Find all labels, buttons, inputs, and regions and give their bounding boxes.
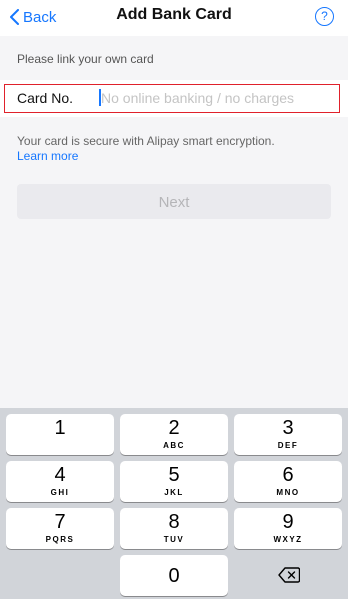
security-note: Your card is secure with Alipay smart en… [17, 134, 275, 148]
key-letters: WXYZ [273, 535, 303, 544]
key-digit: 8 [168, 511, 180, 533]
key-digit: 7 [54, 511, 66, 533]
key-letters: GHI [50, 488, 70, 497]
card-number-row: Card No. [0, 80, 348, 117]
key-digit: 4 [54, 464, 66, 486]
key-letters: DEF [277, 441, 299, 450]
key-9[interactable]: 9 WXYZ [234, 508, 342, 549]
page-title: Add Bank Card [116, 6, 232, 23]
help-icon[interactable]: ? [315, 7, 334, 26]
key-letters: JKL [164, 488, 184, 497]
numeric-keypad: 1 2 ABC 3 DEF 4 GHI 5 JKL 6 MNO 7 PQRS 8… [0, 408, 348, 599]
nav-bar: Back Add Bank Card ? [0, 0, 348, 36]
key-letters: ABC [163, 441, 185, 450]
key-6[interactable]: 6 MNO [234, 461, 342, 502]
key-letters: PQRS [45, 535, 75, 544]
key-digit: 0 [168, 565, 180, 587]
key-letters: TUV [163, 535, 185, 544]
key-digit: 3 [282, 417, 294, 439]
key-digit: 5 [168, 464, 180, 486]
delete-key[interactable] [234, 555, 342, 596]
key-digit: 6 [282, 464, 294, 486]
learn-more-link[interactable]: Learn more [17, 149, 78, 163]
text-caret [99, 89, 101, 106]
card-number-label: Card No. [17, 90, 74, 106]
key-letters: MNO [276, 488, 300, 497]
key-1[interactable]: 1 [6, 414, 114, 455]
key-3[interactable]: 3 DEF [234, 414, 342, 455]
next-button[interactable]: Next [17, 184, 331, 219]
key-digit: 2 [168, 417, 180, 439]
key-7[interactable]: 7 PQRS [6, 508, 114, 549]
key-2[interactable]: 2 ABC [120, 414, 228, 455]
key-5[interactable]: 5 JKL [120, 461, 228, 502]
key-digit: 9 [282, 511, 294, 533]
backspace-icon [278, 567, 300, 583]
card-number-input[interactable] [98, 86, 336, 110]
key-8[interactable]: 8 TUV [120, 508, 228, 549]
key-digit: 1 [54, 417, 66, 439]
link-card-hint: Please link your own card [17, 52, 154, 66]
key-0[interactable]: 0 [120, 555, 228, 596]
key-4[interactable]: 4 GHI [6, 461, 114, 502]
